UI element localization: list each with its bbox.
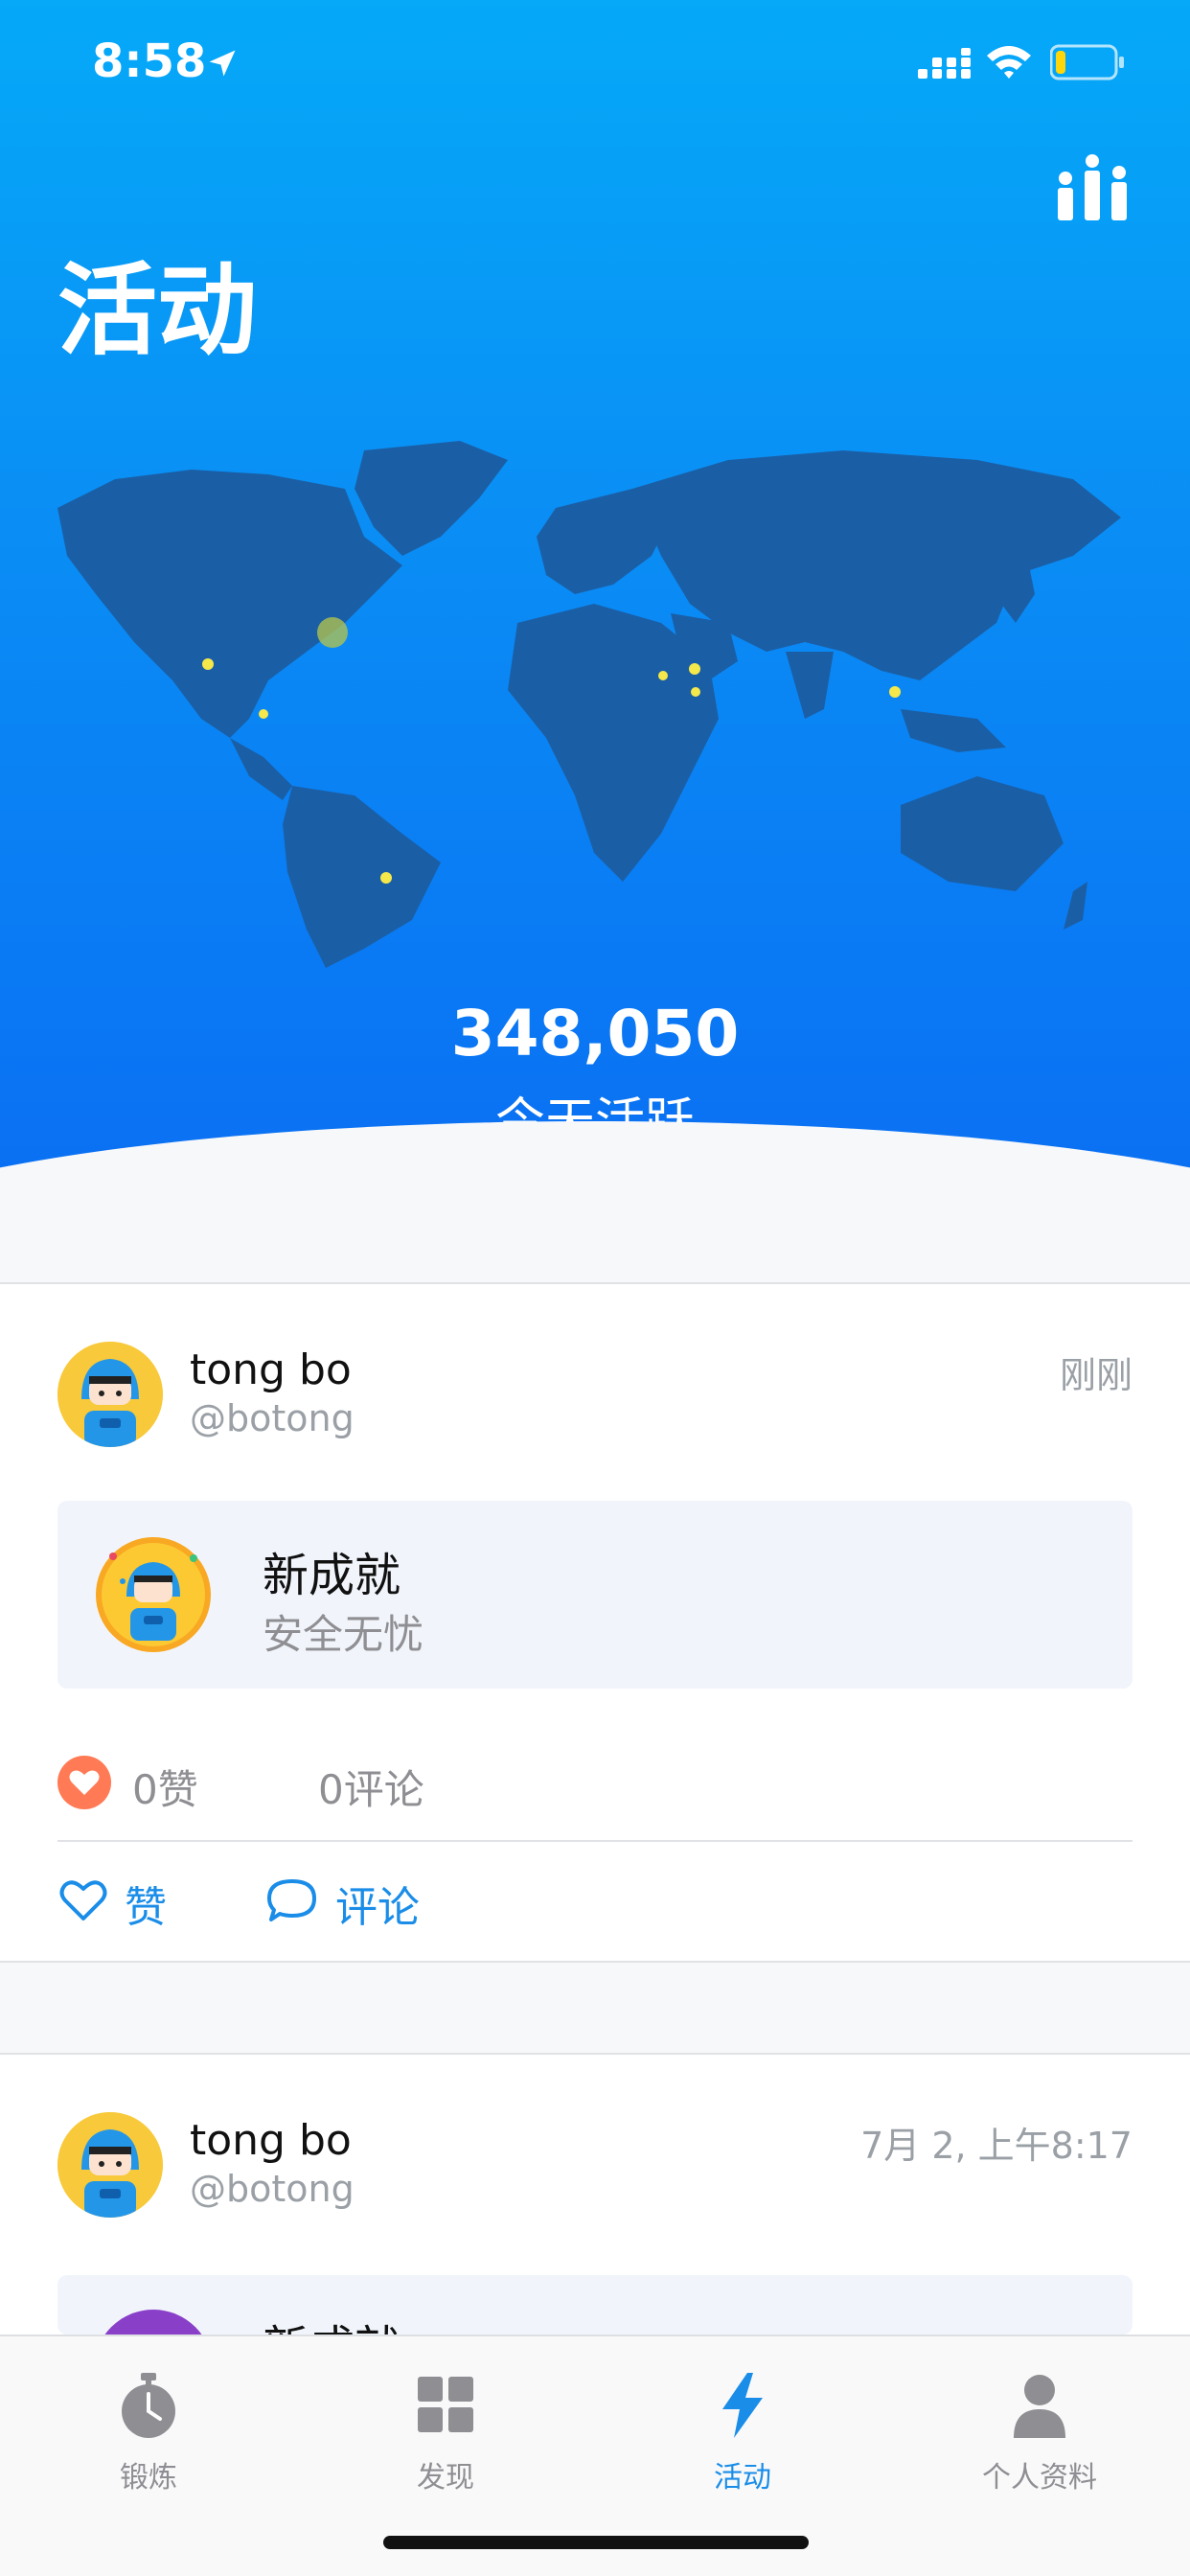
achievement-badge-icon — [96, 1537, 211, 1652]
status-bar: 8:58 — [0, 0, 1190, 126]
like-icon[interactable] — [57, 1876, 109, 1924]
avatar[interactable] — [57, 1342, 163, 1447]
activity-card: tong bo @botong 刚刚 新成就 安全无忧 0赞 0评论 赞 评论 — [0, 1284, 1190, 1961]
like-button[interactable]: 赞 — [125, 1873, 167, 1934]
card-divider — [57, 1840, 1133, 1842]
comment-icon[interactable] — [266, 1876, 318, 1924]
astronaut-avatar-icon — [57, 1342, 163, 1447]
lightning-icon — [722, 2373, 763, 2438]
location-arrow-icon — [209, 50, 236, 77]
active-users-count: 348,050 — [450, 997, 740, 1070]
stopwatch-icon — [122, 2373, 175, 2438]
comments-count[interactable]: 0评论 — [318, 1758, 424, 1816]
activity-screen: 8:58 活动 348,050 tong bo @botong 刚刚 新成就 安… — [0, 0, 1190, 2576]
leaderboard-icon[interactable] — [1054, 153, 1131, 222]
likes-heart-icon — [57, 1756, 111, 1809]
section-spacer — [0, 1963, 1190, 2053]
wifi-icon — [987, 46, 1031, 79]
user-handle: @botong — [190, 2168, 355, 2210]
post-time: 刚刚 — [1059, 1354, 1133, 1396]
activity-card: tong bo @botong 7月 2, 上午8:17 新成就 — [0, 2055, 1190, 2334]
achievement-title: 新成就 — [263, 2310, 400, 2334]
tab-label: 锻炼 — [120, 2461, 177, 2495]
post-time: 7月 2, 上午8:17 — [860, 2125, 1133, 2167]
tab-activity[interactable]: 活动 — [594, 2356, 891, 2499]
section-spacer — [0, 1198, 1190, 1284]
tab-discover[interactable]: 发现 — [297, 2356, 594, 2499]
world-map — [57, 441, 1121, 968]
tab-profile[interactable]: 个人资料 — [891, 2356, 1188, 2499]
tab-label: 个人资料 — [982, 2461, 1097, 2495]
status-time: 8:58 — [92, 34, 207, 88]
activity-header: 8:58 活动 348,050 — [0, 0, 1190, 1198]
achievement-title: 新成就 — [263, 1549, 401, 1602]
home-indicator — [383, 2536, 809, 2549]
person-icon — [1014, 2375, 1065, 2438]
user-name[interactable]: tong bo — [190, 2116, 352, 2165]
astronaut-avatar-icon — [57, 2112, 163, 2218]
tab-label: 发现 — [417, 2461, 474, 2495]
user-name[interactable]: tong bo — [190, 1346, 352, 1394]
achievement-box[interactable]: 新成就 — [57, 2275, 1133, 2334]
achievement-badge — [94, 2310, 213, 2334]
user-handle: @botong — [190, 1397, 355, 1439]
page-title: 活动 — [57, 252, 258, 369]
tab-workout[interactable]: 锻炼 — [0, 2356, 297, 2499]
achievement-badge — [94, 1535, 213, 1654]
avatar[interactable] — [57, 2112, 163, 2218]
achievement-subtitle: 安全无忧 — [263, 1611, 424, 1658]
grid-icon — [418, 2377, 473, 2432]
likes-count[interactable]: 0赞 — [132, 1758, 198, 1816]
tab-label: 活动 — [714, 2461, 771, 2495]
comment-button[interactable]: 评论 — [335, 1873, 420, 1934]
battery-icon — [1050, 44, 1124, 80]
signal-icon — [918, 48, 971, 79]
achievement-box[interactable]: 新成就 安全无忧 — [57, 1501, 1133, 1689]
